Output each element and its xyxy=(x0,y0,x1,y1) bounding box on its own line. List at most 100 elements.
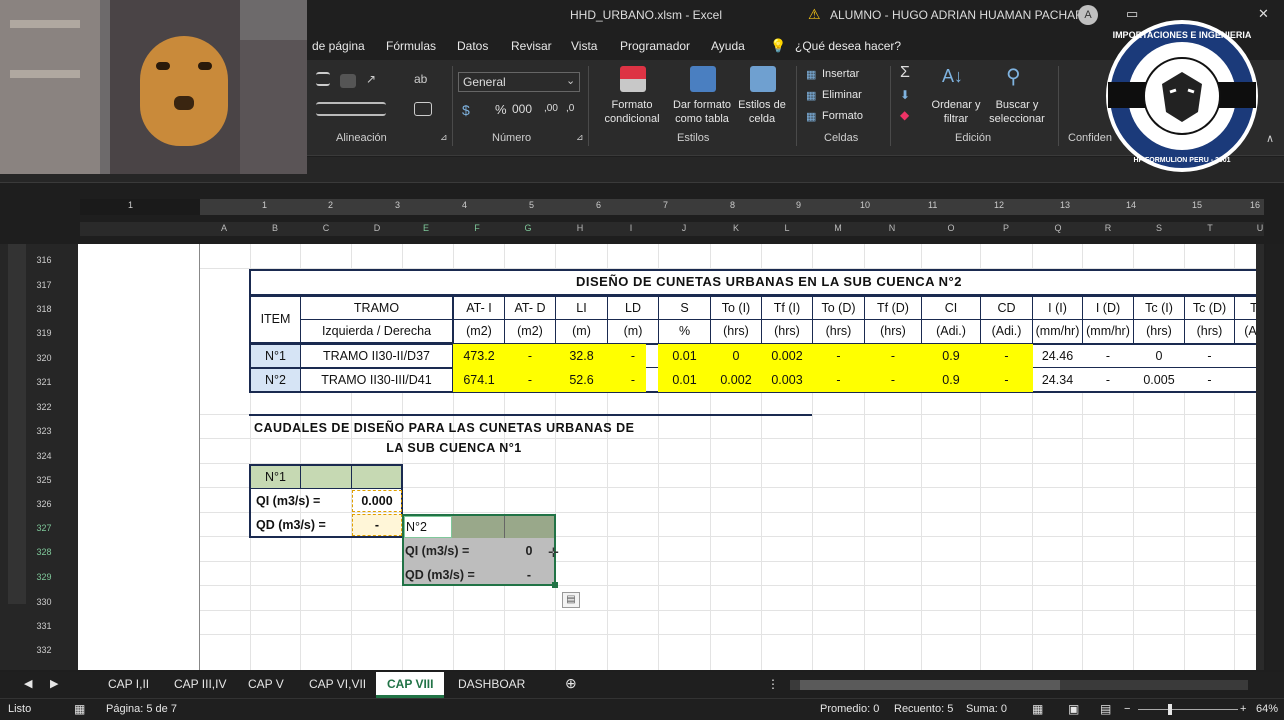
column-header[interactable]: L xyxy=(777,223,797,233)
table-format-icon[interactable] xyxy=(690,66,716,92)
column-header[interactable]: T xyxy=(1200,223,1220,233)
fill-handle[interactable] xyxy=(552,582,558,588)
table-cell[interactable]: - xyxy=(812,344,865,368)
table-cell[interactable]: 24.34 xyxy=(1032,368,1083,392)
autosum-icon[interactable]: Σ xyxy=(900,64,910,82)
header-tramo[interactable]: TRAMO xyxy=(300,296,453,320)
accessibility-icon[interactable]: ▦ xyxy=(74,702,85,716)
unit-cell[interactable]: (mm/hr) xyxy=(1032,319,1083,344)
scrollbar-thumb[interactable] xyxy=(800,680,1060,690)
header-cell[interactable]: S xyxy=(658,296,711,320)
dar-formato-tabla-button[interactable]: Dar formato como tabla xyxy=(666,98,738,126)
table-cell[interactable]: - xyxy=(980,344,1033,368)
unit-cell[interactable]: (m) xyxy=(555,319,608,344)
header-cell[interactable]: CD xyxy=(980,296,1033,320)
box1-label[interactable]: N°1 xyxy=(251,466,301,488)
table-cell[interactable]: 0 xyxy=(1133,344,1185,368)
tab-cap-i-ii[interactable]: CAP I,II xyxy=(108,677,149,691)
table-cell[interactable]: - xyxy=(864,368,922,392)
worksheet-page[interactable]: DISEÑO DE CUNETAS URBANAS EN LA SUB CUEN… xyxy=(78,244,1264,670)
header-item[interactable]: ITEM xyxy=(250,296,301,343)
header-cell[interactable]: Tf (I) xyxy=(761,296,813,320)
table-cell[interactable]: 674.1 xyxy=(453,368,505,392)
column-header[interactable]: K xyxy=(726,223,746,233)
tab-cap-v[interactable]: CAP V xyxy=(248,677,284,691)
table-row-tramo[interactable]: TRAMO II30-II/D37 xyxy=(300,344,453,368)
header-cell[interactable]: Tc (D) xyxy=(1184,296,1235,320)
table-cell[interactable]: 0.002 xyxy=(710,368,762,392)
table-cell[interactable]: - xyxy=(1082,344,1134,368)
table-cell[interactable]: - xyxy=(1082,368,1134,392)
tab-cap-iii-iv[interactable]: CAP III,IV xyxy=(174,677,226,691)
tell-me-search[interactable]: ¿Qué desea hacer? xyxy=(795,39,901,53)
table-row-tramo[interactable]: TRAMO II30-III/D41 xyxy=(300,368,453,392)
ordenar-filtrar-button[interactable]: Ordenar y filtrar xyxy=(926,98,986,126)
tab-page-layout[interactable]: de página xyxy=(312,39,365,53)
align-top-icon[interactable] xyxy=(316,72,330,86)
header-cell[interactable]: LI xyxy=(555,296,608,320)
avatar[interactable]: A xyxy=(1078,5,1098,25)
table-cell[interactable]: 0.005 xyxy=(1133,368,1185,392)
merge-center-icon[interactable] xyxy=(414,102,432,116)
unit-cell[interactable]: (hrs) xyxy=(864,319,922,344)
table-cell[interactable]: 0.01 xyxy=(658,368,711,392)
column-header[interactable]: A xyxy=(214,223,234,233)
column-header[interactable]: G xyxy=(518,223,538,233)
table-row-item[interactable]: N°2 xyxy=(250,368,301,392)
warning-icon[interactable]: ⚠ xyxy=(808,6,821,23)
unit-cell[interactable]: (m2) xyxy=(453,319,505,344)
row-number[interactable]: 322 xyxy=(30,402,58,412)
row-number[interactable]: 317 xyxy=(30,280,58,290)
wrap-text-icon[interactable]: ab xyxy=(414,72,430,86)
column-header[interactable]: H xyxy=(570,223,590,233)
align-middle-icon[interactable] xyxy=(340,74,356,88)
formato-condicional-button[interactable]: Formato condicional xyxy=(596,98,668,126)
table-cell[interactable]: 0.9 xyxy=(921,368,981,392)
tab-view[interactable]: Vista xyxy=(571,39,597,53)
header-cell[interactable]: I (I) xyxy=(1032,296,1083,320)
unit-cell[interactable]: (hrs) xyxy=(761,319,813,344)
tab-formulas[interactable]: Fórmulas xyxy=(386,39,436,53)
row-number[interactable]: 316 xyxy=(30,255,58,265)
row-number[interactable]: 328 xyxy=(30,547,58,557)
box2-label[interactable]: N°2 xyxy=(404,516,452,538)
decrease-decimal-icon[interactable]: ,0 xyxy=(566,103,574,114)
header-cell[interactable]: AT- D xyxy=(504,296,556,320)
table-cell[interactable]: 0.01 xyxy=(658,344,711,368)
header-cell[interactable]: CI xyxy=(921,296,981,320)
unit-cell[interactable]: (hrs) xyxy=(710,319,762,344)
unit-cell[interactable]: (hrs) xyxy=(812,319,865,344)
clear-icon[interactable]: ◆ xyxy=(900,108,909,122)
find-select-icon[interactable]: ⚲ xyxy=(1006,64,1021,89)
tab-cap-viii[interactable]: CAP VIII xyxy=(387,677,433,691)
row-number[interactable]: 329 xyxy=(30,572,58,582)
chevron-down-icon[interactable]: ⌄ xyxy=(566,74,575,87)
tab-review[interactable]: Revisar xyxy=(511,39,552,53)
table-row-item[interactable]: N°1 xyxy=(250,344,301,368)
column-header[interactable]: S xyxy=(1149,223,1169,233)
unit-cell[interactable]: % xyxy=(658,319,711,344)
page-break-view-icon[interactable]: ▤ xyxy=(1100,702,1111,716)
tab-dashboard[interactable]: DASHBOAR xyxy=(458,677,525,691)
row-number[interactable]: 326 xyxy=(30,499,58,509)
zoom-slider[interactable] xyxy=(1138,709,1238,710)
dialog-launcher-icon[interactable]: ⊿ xyxy=(440,132,448,143)
unit-cell[interactable]: (m) xyxy=(607,319,659,344)
column-header[interactable]: D xyxy=(367,223,387,233)
formato-button[interactable]: Formato xyxy=(822,110,863,122)
cell-styles-icon[interactable] xyxy=(750,66,776,92)
comma-style-icon[interactable]: 000 xyxy=(512,102,532,116)
percent-icon[interactable]: % xyxy=(495,102,507,117)
vertical-scrollbar[interactable] xyxy=(1266,244,1284,670)
fill-icon[interactable]: ⬇ xyxy=(900,88,910,102)
row-number[interactable]: 318 xyxy=(30,304,58,314)
table-cell[interactable]: - xyxy=(812,368,865,392)
column-header[interactable]: M xyxy=(828,223,848,233)
paste-options-icon[interactable]: ▤ xyxy=(562,592,580,608)
header-cell[interactable]: LD xyxy=(607,296,659,320)
column-header[interactable]: O xyxy=(941,223,961,233)
header-cell[interactable]: I (D) xyxy=(1082,296,1134,320)
zoom-out-icon[interactable]: − xyxy=(1124,703,1130,715)
column-header[interactable]: E xyxy=(416,223,436,233)
conditional-format-icon[interactable] xyxy=(620,66,646,92)
